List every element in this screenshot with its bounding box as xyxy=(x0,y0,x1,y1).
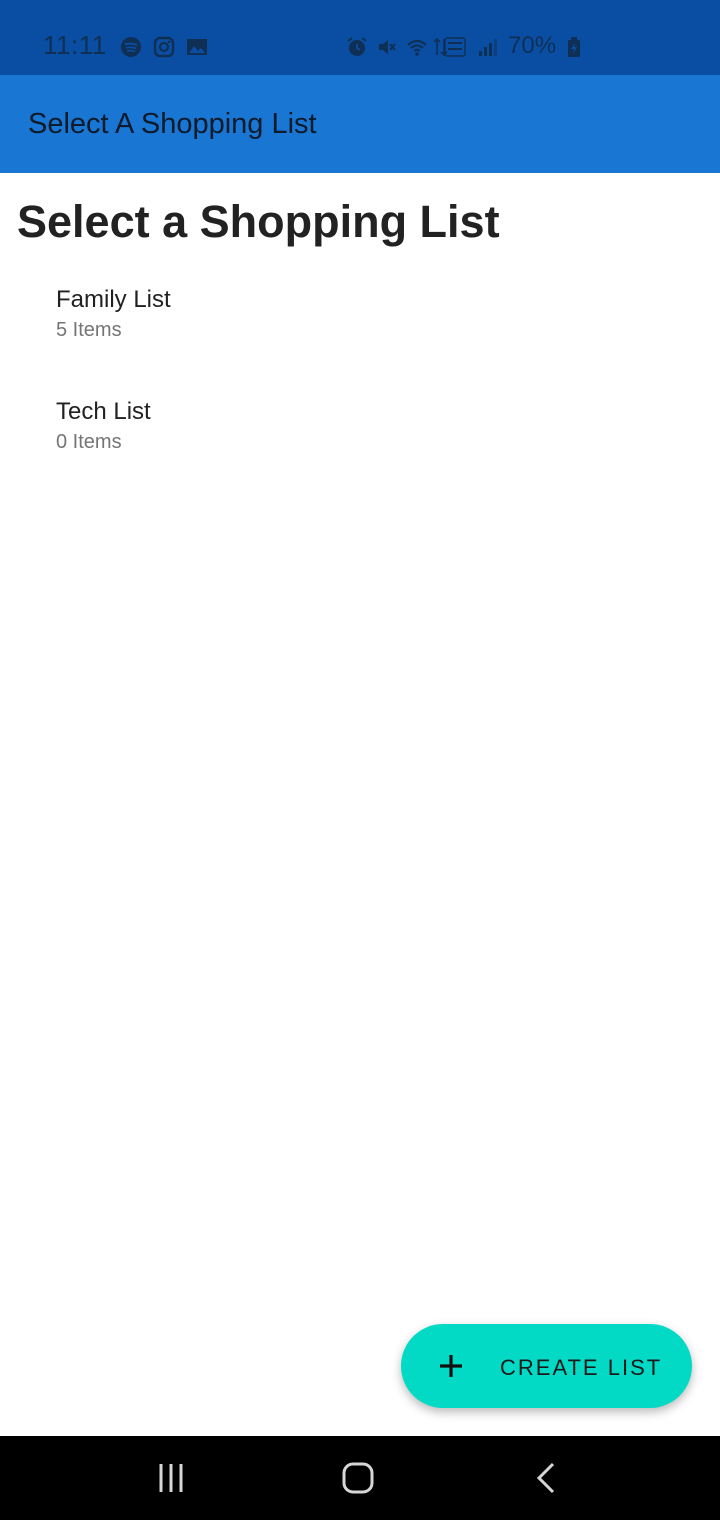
plus-icon xyxy=(438,1353,464,1379)
app-bar-title: Select A Shopping List xyxy=(28,108,317,140)
wifi-icon xyxy=(406,36,428,58)
list-item-name: Family List xyxy=(56,286,171,313)
home-icon[interactable] xyxy=(338,1458,378,1498)
list-item-tech[interactable]: Tech List 0 Items xyxy=(0,382,720,494)
create-list-label: CREATE LIST xyxy=(500,1355,663,1380)
status-bar: 11:11 70% xyxy=(0,0,720,75)
shopping-list-list: Family List 5 Items Tech List 0 Items xyxy=(0,270,720,494)
signal-icon xyxy=(476,36,498,58)
list-item-family[interactable]: Family List 5 Items xyxy=(0,270,720,382)
mute-icon xyxy=(376,36,398,58)
back-icon[interactable] xyxy=(526,1458,566,1498)
list-item-count: 5 Items xyxy=(56,319,122,341)
app-bar: Select A Shopping List xyxy=(0,75,720,173)
battery-charging-icon xyxy=(563,36,585,58)
page-title: Select a Shopping List xyxy=(17,196,500,247)
gallery-icon xyxy=(186,36,208,58)
spotify-icon xyxy=(120,36,142,58)
recent-apps-icon[interactable] xyxy=(151,1458,191,1498)
instagram-icon xyxy=(153,36,175,58)
create-list-button[interactable]: CREATE LIST xyxy=(401,1324,692,1408)
status-time: 11:11 xyxy=(43,30,107,60)
volte-icon xyxy=(444,36,466,58)
battery-percent: 70% xyxy=(508,32,557,59)
list-item-count: 0 Items xyxy=(56,431,122,453)
list-item-name: Tech List xyxy=(56,398,151,425)
system-nav-bar xyxy=(0,1436,720,1520)
alarm-icon xyxy=(346,36,368,58)
